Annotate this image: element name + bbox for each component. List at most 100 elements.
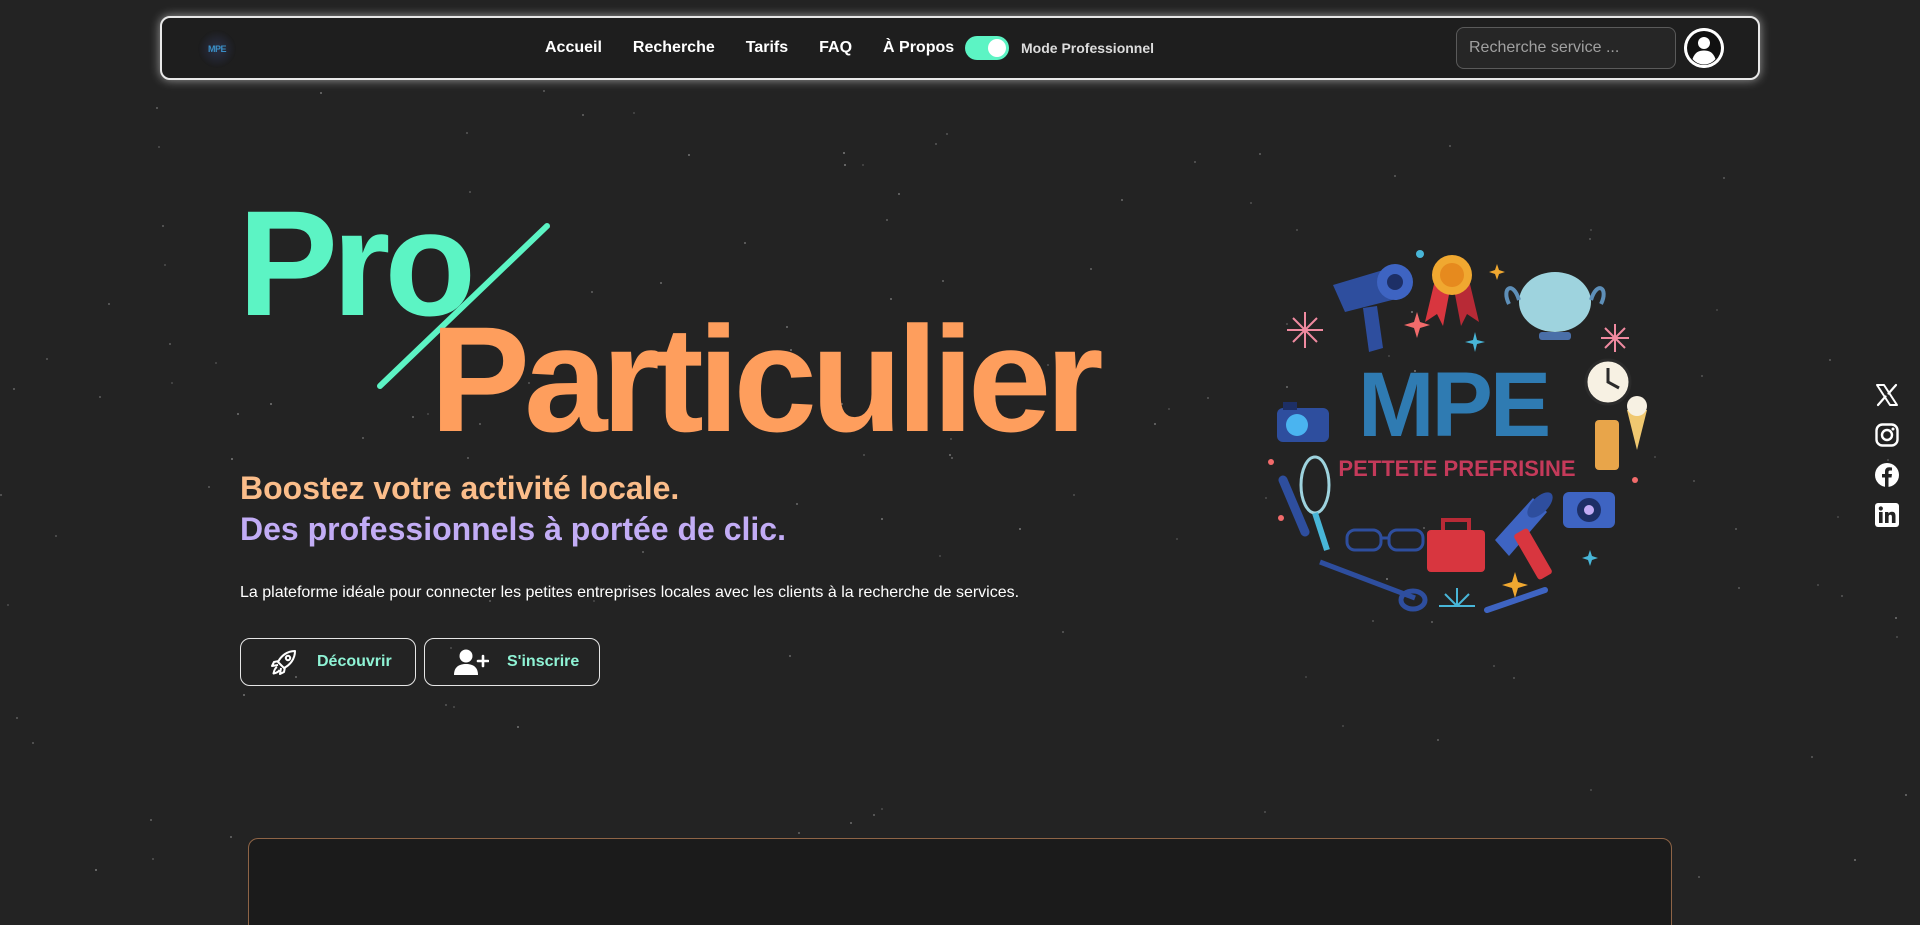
toggle-knob (988, 39, 1006, 57)
star (850, 822, 852, 824)
star (150, 819, 152, 821)
signup-button[interactable]: S'inscrire (424, 638, 600, 686)
star (1168, 408, 1170, 410)
star (942, 280, 944, 282)
mpe-illustration: MPE PETTETE PREFRISINE (1268, 250, 1647, 613)
hero-tagline-1: Boostez votre activité locale. (240, 470, 680, 506)
brand-logo-text: MPE (207, 44, 227, 54)
star (32, 742, 34, 744)
star (1896, 636, 1898, 638)
glasses-icon (1345, 528, 1425, 552)
star (1176, 538, 1178, 540)
star (162, 225, 164, 227)
discover-button[interactable]: Découvrir (240, 638, 416, 686)
star (169, 343, 171, 345)
star (46, 358, 48, 360)
brand-logo[interactable]: MPE (198, 30, 236, 68)
star (1090, 268, 1092, 270)
star (453, 706, 455, 708)
scissors-icon (1319, 559, 1428, 612)
star (843, 152, 845, 154)
star (844, 164, 846, 166)
star (1854, 859, 1856, 861)
star (270, 403, 272, 405)
nav-links: Accueil Recherche Tarifs FAQ À Propos (545, 18, 954, 78)
star (543, 90, 545, 92)
social-links (1874, 382, 1902, 542)
camera-icon (1277, 402, 1329, 442)
star (1895, 617, 1897, 619)
star (1259, 153, 1261, 155)
user-avatar-button[interactable] (1684, 28, 1724, 68)
nav-link-tarifs[interactable]: Tarifs (746, 39, 788, 57)
star (230, 836, 232, 838)
star (1449, 145, 1451, 147)
pro-mode-toggle[interactable] (965, 36, 1009, 60)
star (243, 694, 245, 696)
star (642, 551, 644, 553)
star (517, 726, 519, 728)
star (1305, 676, 1307, 678)
star (946, 133, 948, 135)
rocket-icon (271, 650, 296, 675)
trophy-icon (1504, 272, 1606, 340)
hero-tagline-2: Des professionnels à portée de clic. (240, 511, 786, 547)
linkedin-icon[interactable] (1874, 502, 1900, 528)
clock-icon (1584, 358, 1632, 406)
camera-right-icon (1563, 492, 1615, 528)
facebook-icon[interactable] (1874, 462, 1900, 488)
nav-link-accueil[interactable]: Accueil (545, 39, 602, 57)
star (1837, 516, 1839, 518)
nav-link-faq[interactable]: FAQ (819, 39, 852, 57)
star (362, 437, 364, 439)
nav-link-a-propos[interactable]: À Propos (883, 39, 954, 57)
medal-icon (1425, 255, 1479, 326)
search-input[interactable] (1456, 27, 1676, 69)
star (1019, 528, 1021, 530)
hero-description: La plateforme idéale pour connecter les … (240, 584, 1020, 601)
star (427, 413, 429, 415)
star (1701, 375, 1703, 377)
star (13, 388, 15, 390)
star (237, 413, 239, 415)
star (582, 114, 584, 116)
star (862, 164, 864, 166)
star (796, 503, 798, 505)
star (164, 264, 166, 266)
ice-cream-icon (1627, 396, 1647, 450)
star (633, 112, 635, 114)
hair-dryer-icon (1333, 264, 1413, 352)
star (156, 107, 158, 109)
star (1121, 199, 1123, 201)
hero-title-particulier: Particulier (430, 295, 1104, 463)
star (1811, 756, 1813, 758)
star (1693, 480, 1695, 482)
star (1154, 423, 1156, 425)
star (1817, 584, 1819, 586)
star (1698, 876, 1700, 878)
star (1194, 161, 1196, 163)
star (320, 92, 322, 94)
illustration-subtitle: PETTETE PREFRISINE (1338, 456, 1575, 481)
content-panel (248, 838, 1672, 925)
instagram-icon[interactable] (1874, 422, 1900, 448)
star (881, 808, 883, 810)
star (1590, 229, 1592, 231)
star (1493, 665, 1495, 667)
mode-toggle-group: Mode Professionnel (965, 36, 1154, 60)
star (1264, 811, 1266, 813)
star (445, 704, 447, 706)
star (798, 832, 800, 834)
star (171, 382, 173, 384)
star (55, 535, 57, 537)
toolbox-icon (1427, 518, 1485, 572)
star (1716, 309, 1718, 311)
star (1431, 621, 1433, 623)
x-icon[interactable] (1874, 382, 1900, 408)
nav-link-recherche[interactable]: Recherche (633, 39, 715, 57)
star (1590, 789, 1592, 791)
star (208, 486, 210, 488)
star (108, 303, 110, 305)
star (158, 146, 160, 148)
star (886, 219, 888, 221)
